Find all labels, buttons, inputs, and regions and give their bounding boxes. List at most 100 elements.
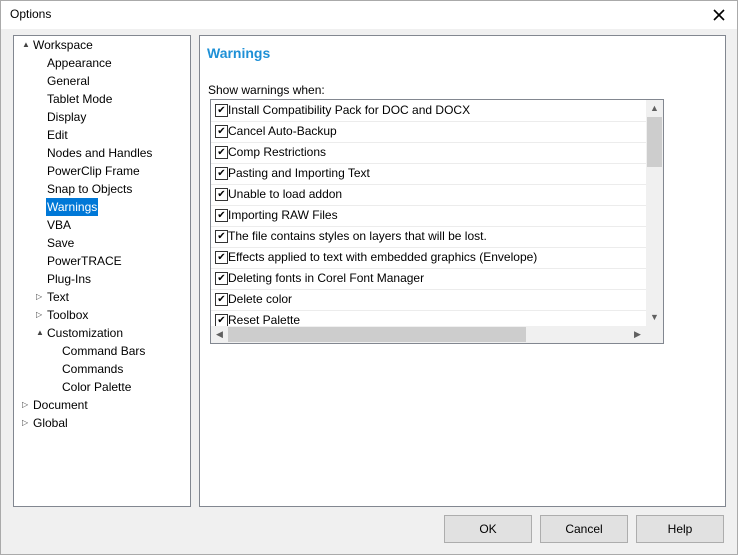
tree-item-nodes-and-handles[interactable]: Nodes and Handles — [36, 144, 153, 162]
check-icon: ✔ — [217, 294, 226, 305]
tree-item-label: Text — [47, 290, 70, 304]
cancel-button[interactable]: Cancel — [540, 515, 628, 543]
help-button[interactable]: Help — [636, 515, 724, 543]
list-item[interactable]: ✔ Comp Restrictions — [211, 142, 646, 164]
warnings-panel: Warnings Show warnings when: ✔ Install Co… — [199, 35, 726, 507]
tree-item-label: Toolbox — [47, 308, 89, 322]
warning-label: Unable to load addon — [228, 187, 343, 201]
expanded-arrow-icon[interactable]: ▲ — [36, 324, 46, 342]
tree-item-label: VBA — [47, 218, 72, 232]
checkbox[interactable]: ✔ — [215, 251, 228, 264]
tree-item-global[interactable]: ▷ Global — [22, 414, 69, 432]
tree-item-display[interactable]: Display — [36, 108, 87, 126]
collapsed-arrow-icon[interactable]: ▷ — [22, 396, 32, 414]
warning-label: Deleting fonts in Corel Font Manager — [228, 271, 425, 285]
tree-item-label: Edit — [47, 128, 68, 142]
page-title: Warnings — [207, 45, 271, 61]
tree-item-document[interactable]: ▷ Document — [22, 396, 89, 414]
tree-item-label: Document — [33, 398, 88, 412]
warning-label: Reset Palette — [228, 313, 301, 327]
check-icon: ✔ — [217, 126, 226, 137]
checkbox[interactable]: ✔ — [215, 272, 228, 285]
expanded-arrow-icon[interactable]: ▲ — [22, 36, 32, 54]
ok-button[interactable]: OK — [444, 515, 532, 543]
warning-label: Comp Restrictions — [228, 145, 327, 159]
warning-label: Delete color — [228, 292, 293, 306]
list-item[interactable]: ✔ Deleting fonts in Corel Font Manager — [211, 268, 646, 290]
scroll-up-icon[interactable]: ▲ — [646, 100, 663, 117]
tree-item-snap-to-objects[interactable]: Snap to Objects — [36, 180, 133, 198]
warning-label: Pasting and Importing Text — [228, 166, 370, 180]
options-dialog: Options ▲ Workspace Appearance General Table… — [0, 0, 738, 555]
tree-item-label: General — [47, 74, 90, 88]
check-icon: ✔ — [217, 105, 226, 116]
tree-item-warnings[interactable]: Warnings — [36, 198, 99, 216]
tree-item-plug-ins[interactable]: Plug-Ins — [36, 270, 92, 288]
list-item[interactable]: ✔ Install Compatibility Pack for DOC and … — [211, 100, 646, 122]
warning-label: The file contains styles on layers that … — [228, 229, 487, 243]
tree-item-label: Workspace — [33, 38, 93, 52]
tree-item-label: Tablet Mode — [47, 92, 113, 106]
tree-item-label: Plug-Ins — [47, 272, 92, 286]
tree-item-label: Save — [47, 236, 75, 250]
check-icon: ✔ — [217, 231, 226, 242]
check-icon: ✔ — [217, 252, 226, 263]
close-button[interactable] — [701, 1, 737, 29]
checkbox[interactable]: ✔ — [215, 167, 228, 180]
check-icon: ✔ — [217, 147, 226, 158]
tree-item-toolbox[interactable]: ▷ Toolbox — [36, 306, 89, 324]
tree-item-vba[interactable]: VBA — [36, 216, 72, 234]
horizontal-scrollbar[interactable]: ◀ ▶ — [211, 326, 646, 343]
close-icon — [713, 9, 725, 21]
tree-item-save[interactable]: Save — [36, 234, 75, 252]
check-icon: ✔ — [217, 315, 226, 326]
horizontal-scroll-thumb[interactable] — [228, 327, 526, 342]
collapsed-arrow-icon[interactable]: ▷ — [36, 306, 46, 324]
collapsed-arrow-icon[interactable]: ▷ — [22, 414, 32, 432]
scroll-right-icon[interactable]: ▶ — [629, 326, 646, 343]
checkbox[interactable]: ✔ — [215, 125, 228, 138]
checkbox[interactable]: ✔ — [215, 209, 228, 222]
checkbox[interactable]: ✔ — [215, 230, 228, 243]
tree-item-general[interactable]: General — [36, 72, 91, 90]
list-item[interactable]: ✔ Unable to load addon — [211, 184, 646, 206]
tree-item-tablet-mode[interactable]: Tablet Mode — [36, 90, 113, 108]
tree-item-customization[interactable]: ▲ Customization — [36, 324, 124, 342]
tree-item-powerclip-frame[interactable]: PowerClip Frame — [36, 162, 141, 180]
tree-item-label: Display — [47, 110, 87, 124]
scroll-down-icon[interactable]: ▼ — [646, 309, 663, 326]
list-item[interactable]: ✔ Effects applied to text with embedded g… — [211, 247, 646, 269]
tree-item-powertrace[interactable]: PowerTRACE — [36, 252, 123, 270]
collapsed-arrow-icon[interactable]: ▷ — [36, 288, 46, 306]
list-item[interactable]: ✔ Cancel Auto-Backup — [211, 121, 646, 143]
checkbox[interactable]: ✔ — [215, 293, 228, 306]
check-icon: ✔ — [217, 273, 226, 284]
list-item[interactable]: ✔ Pasting and Importing Text — [211, 163, 646, 185]
section-label: Show warnings when: — [208, 83, 325, 97]
tree-item-edit[interactable]: Edit — [36, 126, 69, 144]
tree-item-appearance[interactable]: Appearance — [36, 54, 113, 72]
warning-label: Importing RAW Files — [228, 208, 338, 222]
list-item[interactable]: ✔ Delete color — [211, 289, 646, 311]
list-item[interactable]: ✔ Importing RAW Files — [211, 205, 646, 227]
warnings-list: ✔ Install Compatibility Pack for DOC and … — [210, 99, 664, 344]
checkbox[interactable]: ✔ — [215, 188, 228, 201]
tree-item-workspace[interactable]: ▲ Workspace — [22, 36, 94, 54]
checkbox[interactable]: ✔ — [215, 146, 228, 159]
tree-item-label: Global — [33, 416, 68, 430]
tree-item-command-bars[interactable]: Command Bars — [51, 342, 146, 360]
tree-item-text[interactable]: ▷ Text — [36, 288, 70, 306]
tree-item-label: Command Bars — [62, 344, 146, 358]
check-icon: ✔ — [217, 189, 226, 200]
scroll-left-icon[interactable]: ◀ — [211, 326, 228, 343]
checkbox[interactable]: ✔ — [215, 104, 228, 117]
tree-item-label: Appearance — [47, 56, 112, 70]
tree-item-color-palette[interactable]: Color Palette — [51, 378, 132, 396]
vertical-scrollbar[interactable]: ▲ ▼ — [646, 100, 663, 326]
tree-item-label: Snap to Objects — [47, 182, 133, 196]
list-item[interactable]: ✔ The file contains styles on layers that… — [211, 226, 646, 248]
options-tree[interactable]: ▲ Workspace Appearance General Tablet Mode Di… — [13, 35, 191, 507]
window-title: Options — [10, 7, 52, 21]
vertical-scroll-thumb[interactable] — [647, 117, 662, 167]
tree-item-commands[interactable]: Commands — [51, 360, 124, 378]
